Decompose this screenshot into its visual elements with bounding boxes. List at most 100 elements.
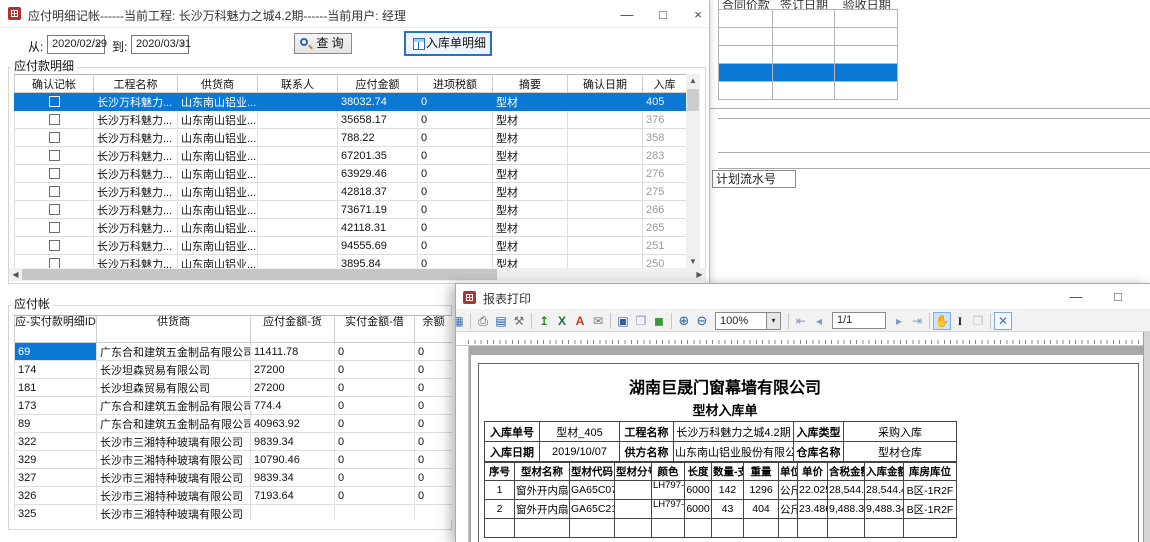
table-row[interactable]: 322 长沙市三湘特种玻璃有限公司 9839.34 0 0 <box>15 433 453 451</box>
table-row[interactable] <box>719 64 898 82</box>
zoom-out-icon[interactable]: ⊖ <box>693 312 711 330</box>
supplier-cell: 山东南山铝业... <box>178 219 258 237</box>
column-header[interactable]: 余额 <box>415 316 453 343</box>
close-button[interactable]: × <box>1138 289 1150 304</box>
tax-cell: 0 <box>418 219 493 237</box>
inbound-detail-button[interactable]: 入库单明细 <box>404 31 492 56</box>
zoom-in-icon[interactable]: ⊕ <box>675 312 693 330</box>
copy-pages-icon[interactable]: ❐ <box>969 312 987 330</box>
scroll-up-arrow[interactable]: ▲ <box>686 74 700 87</box>
scrollbar-thumb[interactable] <box>687 89 699 111</box>
column-header[interactable]: 工程名称 <box>94 75 178 93</box>
table-row[interactable]: 89 广东合和建筑五金制品有限公司 40963.92 0 0 <box>15 415 453 433</box>
export-icon[interactable]: ↥ <box>535 312 553 330</box>
column-header[interactable]: 联系人 <box>258 75 338 93</box>
preview-vertical-scrollbar[interactable] <box>1143 332 1150 542</box>
next-page-icon[interactable]: ▸ <box>890 312 908 330</box>
scroll-left-arrow[interactable]: ◀ <box>9 268 22 281</box>
column-header[interactable]: 确认日期 <box>568 75 643 93</box>
table-row[interactable]: 326 长沙市三湘特种玻璃有限公司 7193.64 0 0 <box>15 487 453 505</box>
table-icon[interactable]: ▦ <box>456 312 467 330</box>
column-header[interactable]: 应-实付款明细ID <box>15 316 97 343</box>
table-row[interactable] <box>719 82 898 100</box>
first-page-icon[interactable]: ⇤ <box>792 312 810 330</box>
table-row[interactable]: 69 广东合和建筑五金制品有限公司 11411.78 0 0 <box>15 343 453 361</box>
table-row[interactable]: 173 广东合和建筑五金制品有限公司 774.4 0 0 <box>15 397 453 415</box>
close-button[interactable]: × <box>683 7 713 22</box>
column-header[interactable]: 应付金额-货 <box>251 316 335 343</box>
scroll-right-arrow[interactable]: ▶ <box>693 268 706 281</box>
column-header[interactable]: 应付金额 <box>338 75 418 93</box>
save-icon[interactable]: ▣ <box>614 312 632 330</box>
scroll-down-arrow[interactable]: ▼ <box>686 255 700 268</box>
confirm-checkbox[interactable] <box>49 222 60 233</box>
minimize-button[interactable]: — <box>1061 289 1091 304</box>
table-row[interactable]: 327 长沙市三湘特种玻璃有限公司 9839.34 0 0 <box>15 469 453 487</box>
confirm-checkbox[interactable] <box>49 96 60 107</box>
scrollbar-thumb[interactable] <box>22 269 497 280</box>
chevron-down-icon[interactable]: ∨ <box>95 36 102 53</box>
table-row[interactable]: 长沙万科魅力... 山东南山铝业... 67201.35 0 型材 283 <box>15 147 687 165</box>
supplier-cell: 长沙市三湘特种玻璃有限公司 <box>97 487 251 505</box>
confirm-checkbox[interactable] <box>49 204 60 215</box>
table-row[interactable] <box>719 10 898 28</box>
table-row[interactable] <box>719 28 898 46</box>
confirm-checkbox[interactable] <box>49 114 60 125</box>
maximize-button[interactable]: □ <box>648 7 678 22</box>
settings-tools-icon[interactable]: ⚒ <box>510 312 528 330</box>
text-select-icon[interactable]: I <box>951 312 969 330</box>
document-icon[interactable]: ❐ <box>632 312 650 330</box>
table-row[interactable]: 长沙万科魅力... 山东南山铝业... 73671.19 0 型材 266 <box>15 201 687 219</box>
confirm-checkbox[interactable] <box>49 258 60 268</box>
print-icon[interactable]: ⎙ <box>474 312 492 330</box>
column-header[interactable]: 入库 <box>643 75 687 93</box>
cube-icon[interactable]: ◼ <box>650 312 668 330</box>
mail-icon[interactable]: ✉ <box>589 312 607 330</box>
column-header[interactable]: 确认记帐 <box>15 75 94 93</box>
close-preview-icon[interactable]: ✕ <box>994 312 1012 330</box>
confirm-checkbox[interactable] <box>49 150 60 161</box>
table-row[interactable] <box>719 46 898 64</box>
table-row[interactable]: 174 长沙坦森贸易有限公司 27200 0 0 <box>15 361 453 379</box>
pdf-export-icon[interactable]: A <box>571 312 589 330</box>
report-titlebar[interactable]: 报表打印 — □ × <box>456 284 1150 310</box>
confirm-checkbox[interactable] <box>49 240 60 251</box>
confirm-checkbox[interactable] <box>49 132 60 143</box>
table-row[interactable]: 长沙万科魅力... 山东南山铝业... 3895.84 0 型材 250 <box>15 255 687 269</box>
excel-export-icon[interactable]: X <box>553 312 571 330</box>
maximize-button[interactable]: □ <box>1103 289 1133 304</box>
ledger-titlebar[interactable]: 应付明细记帐------当前工程: 长沙万科魅力之城4.2期------当前用户… <box>0 0 709 28</box>
table-row[interactable]: 长沙万科魅力... 山东南山铝业... 94555.69 0 型材 251 <box>15 237 687 255</box>
table-row[interactable]: 长沙万科魅力... 山东南山铝业... 38032.74 0 型材 405 <box>15 93 687 111</box>
horizontal-scrollbar[interactable]: ◀ ▶ <box>9 268 706 281</box>
table-row[interactable]: 长沙万科魅力... 山东南山铝业... 35658.17 0 型材 376 <box>15 111 687 129</box>
table-row[interactable]: 长沙万科魅力... 山东南山铝业... 788.22 0 型材 358 <box>15 129 687 147</box>
vertical-scrollbar[interactable]: ▲ ▼ <box>686 74 700 268</box>
from-date-combobox[interactable]: 2020/02/29 ∨ <box>47 35 105 54</box>
book-icon[interactable]: ▤ <box>492 312 510 330</box>
confirm-checkbox[interactable] <box>49 186 60 197</box>
column-header[interactable]: 供货商 <box>178 75 258 93</box>
print-preview-area[interactable]: 湖南巨晟门窗幕墙有限公司 型材入库单 入库单号 型材_405 工程名称 长沙万科… <box>456 346 1150 542</box>
table-row[interactable]: 329 长沙市三湘特种玻璃有限公司 10790.46 0 0 <box>15 451 453 469</box>
table-row[interactable]: 长沙万科魅力... 山东南山铝业... 42818.37 0 型材 275 <box>15 183 687 201</box>
query-button[interactable]: 查 询 <box>294 33 352 54</box>
chevron-down-icon[interactable]: ▾ <box>766 313 780 329</box>
previous-page-icon[interactable]: ◂ <box>810 312 828 330</box>
column-header[interactable]: 实付金额-借 <box>335 316 415 343</box>
zoom-level-combobox[interactable]: 100% ▾ <box>715 312 781 330</box>
to-date-combobox[interactable]: 2020/03/31 ∨ <box>131 35 189 54</box>
column-header[interactable]: 摘要 <box>493 75 568 93</box>
last-page-icon[interactable]: ⇥ <box>908 312 926 330</box>
page-number-input[interactable]: 1/1 <box>832 312 886 329</box>
chevron-down-icon[interactable]: ∨ <box>179 36 186 53</box>
column-header[interactable]: 进项税额 <box>418 75 493 93</box>
table-row[interactable]: 长沙万科魅力... 山东南山铝业... 63929.46 0 型材 276 <box>15 165 687 183</box>
confirm-checkbox[interactable] <box>49 168 60 179</box>
table-row[interactable]: 181 长沙坦森贸易有限公司 27200 0 0 <box>15 379 453 397</box>
table-row[interactable]: 325 长沙市三湘特种玻璃有限公司 <box>15 505 453 521</box>
column-header[interactable]: 供货商 <box>97 316 251 343</box>
hand-pan-icon[interactable]: ✋ <box>933 312 951 330</box>
minimize-button[interactable]: — <box>612 7 642 22</box>
table-row[interactable]: 长沙万科魅力... 山东南山铝业... 42118.31 0 型材 265 <box>15 219 687 237</box>
